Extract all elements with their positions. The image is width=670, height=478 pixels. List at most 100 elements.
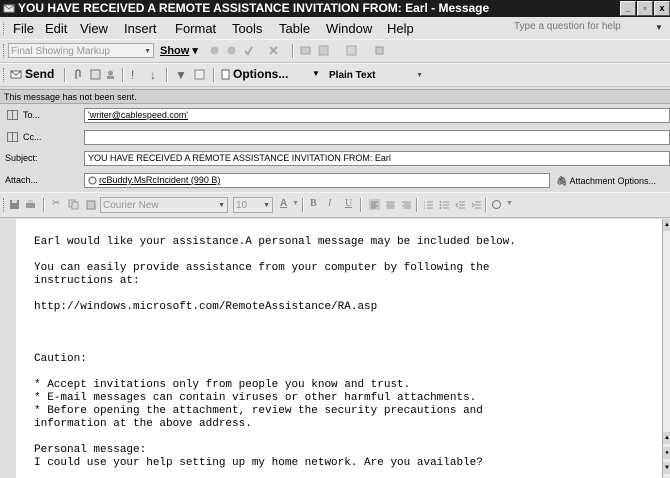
send-button[interactable]: Send (25, 67, 54, 81)
address-book-icon (7, 110, 18, 120)
scroll-prev-page-icon[interactable]: ▲ (663, 432, 670, 444)
message-line: Caution: (34, 353, 87, 365)
attach-field[interactable]: rcBuddy.MsRcIncident (990 B) (84, 173, 550, 188)
paperclip-icon: 🖇 (556, 176, 568, 186)
toolbar-grip[interactable] (3, 22, 7, 35)
cc-row: Cc... (0, 127, 670, 149)
numbered-list-icon[interactable] (423, 199, 434, 210)
message-text[interactable]: Earl would like your assistance.A person… (34, 236, 659, 470)
check-names-icon[interactable] (105, 69, 116, 80)
toolbar-grip[interactable] (3, 198, 7, 212)
print-icon[interactable] (25, 199, 36, 210)
cut-icon[interactable]: ✂ (52, 198, 60, 209)
new-comment-icon[interactable] (300, 45, 311, 56)
reviewing-pane-icon[interactable] (346, 45, 357, 56)
address-book-icon[interactable] (90, 69, 101, 80)
format-select[interactable]: Plain Text ▼ (326, 67, 430, 82)
address-book-icon (7, 132, 18, 142)
underline-button[interactable]: U (345, 198, 352, 209)
close-button[interactable]: x (654, 1, 670, 16)
italic-button[interactable]: I (328, 198, 331, 209)
toolbar-grip[interactable] (3, 68, 7, 82)
decrease-indent-icon[interactable] (455, 199, 466, 210)
restore-button[interactable]: ▫ (637, 1, 653, 16)
copy-icon[interactable] (68, 199, 79, 210)
menu-window[interactable]: Window (326, 21, 372, 36)
cc-label: Cc... (23, 132, 42, 142)
high-importance-icon[interactable]: ! (131, 68, 134, 82)
menu-file[interactable]: File (13, 21, 34, 36)
font-size-select[interactable]: 10 ▼ (233, 197, 273, 213)
attach-file-icon[interactable] (72, 69, 83, 80)
attachment-options-button[interactable]: 🖇 Attachment Options... (556, 176, 656, 187)
low-importance-icon[interactable]: ↓ (150, 68, 156, 82)
reject-change-icon[interactable] (268, 45, 279, 56)
minimize-button[interactable]: _ (620, 1, 636, 16)
menu-insert[interactable]: Insert (124, 21, 157, 36)
menu-table[interactable]: Table (279, 21, 310, 36)
font-size-value: 10 (236, 200, 248, 211)
scroll-browse-icon[interactable]: ● (663, 447, 670, 459)
next-change-icon[interactable] (226, 45, 237, 56)
toolbar-grip[interactable] (3, 44, 7, 58)
toolbar-separator (43, 198, 45, 212)
increase-indent-icon[interactable] (471, 199, 482, 210)
attachment-name[interactable]: rcBuddy.MsRcIncident (990 B) (99, 175, 220, 185)
track-changes-icon[interactable] (318, 45, 329, 56)
previous-change-icon[interactable] (209, 45, 220, 56)
options-button[interactable]: Options... (233, 67, 288, 81)
attachment-options-label: Attachment Options... (569, 176, 656, 186)
scroll-up-icon[interactable]: ▲ (663, 219, 670, 231)
options-document-icon (221, 69, 230, 80)
attachment-file-icon (88, 176, 97, 185)
menu-tools[interactable]: Tools (232, 21, 262, 36)
bulleted-list-icon[interactable] (439, 199, 450, 210)
save-icon[interactable] (9, 199, 20, 210)
attach-button[interactable]: Attach... (5, 175, 38, 185)
cc-field[interactable] (84, 130, 670, 145)
bold-button[interactable]: B (310, 198, 317, 209)
align-right-icon[interactable] (401, 199, 412, 210)
menu-view[interactable]: View (80, 21, 108, 36)
options-dropdown-icon[interactable]: ▼ (312, 69, 320, 78)
show-button[interactable]: Show ▾ (160, 44, 198, 57)
message-body[interactable]: Earl would like your assistance.A person… (16, 219, 662, 478)
to-field[interactable]: 'writer@cablespeed.com' (84, 108, 670, 123)
toolbar-separator (302, 198, 304, 212)
scroll-next-page-icon[interactable]: ▼ (663, 462, 670, 474)
cc-button[interactable]: Cc... (2, 129, 58, 145)
menu-edit[interactable]: Edit (45, 21, 67, 36)
font-color-icon[interactable]: A (280, 198, 287, 209)
toolbar-options-icon[interactable]: ▼ (506, 200, 513, 207)
send-envelope-icon (10, 70, 22, 79)
align-left-icon[interactable] (369, 199, 380, 210)
font-name-select[interactable]: Courier New ▼ (100, 197, 228, 213)
message-line: information at the above address. (34, 418, 252, 430)
font-name-value: Courier New (103, 200, 159, 211)
message-line: You can easily provide assistance from y… (34, 262, 490, 274)
toolbar-separator (416, 198, 418, 212)
message-line: I could use your help setting up my home… (34, 457, 483, 469)
paste-icon[interactable] (86, 199, 97, 210)
markup-display-select[interactable]: Final Showing Markup ▼ (8, 43, 154, 58)
to-recipient[interactable]: 'writer@cablespeed.com' (88, 110, 188, 120)
vertical-scrollbar[interactable]: ▲ ▲ ● ▼ (662, 219, 670, 478)
message-line: Earl would like your assistance.A person… (34, 236, 516, 248)
align-center-icon[interactable] (385, 199, 396, 210)
toolbar-separator (166, 68, 168, 82)
menu-format[interactable]: Format (175, 21, 216, 36)
formatting-toolbar: ✂ Courier New ▼ 10 ▼ A ▼ B I U ▼ (0, 192, 670, 218)
insert-hyperlink-icon[interactable] (491, 199, 502, 210)
font-color-dropdown-icon[interactable]: ▼ (292, 200, 299, 207)
menu-help[interactable]: Help (387, 21, 414, 36)
message-flag-icon[interactable]: ▼ (175, 68, 187, 82)
title-bar: YOU HAVE RECEIVED A REMOTE ASSISTANCE IN… (0, 0, 670, 17)
help-search-box[interactable]: Type a question for help (514, 21, 621, 32)
message-options-icon[interactable] (194, 69, 205, 80)
accept-change-icon[interactable] (243, 45, 254, 56)
help-dropdown-icon[interactable]: ▼ (655, 23, 663, 32)
to-row: To... 'writer@cablespeed.com' (0, 105, 670, 127)
to-button[interactable]: To... (2, 107, 58, 123)
subject-field[interactable]: YOU HAVE RECEIVED A REMOTE ASSISTANCE IN… (84, 151, 670, 166)
highlight-icon[interactable] (374, 45, 385, 56)
